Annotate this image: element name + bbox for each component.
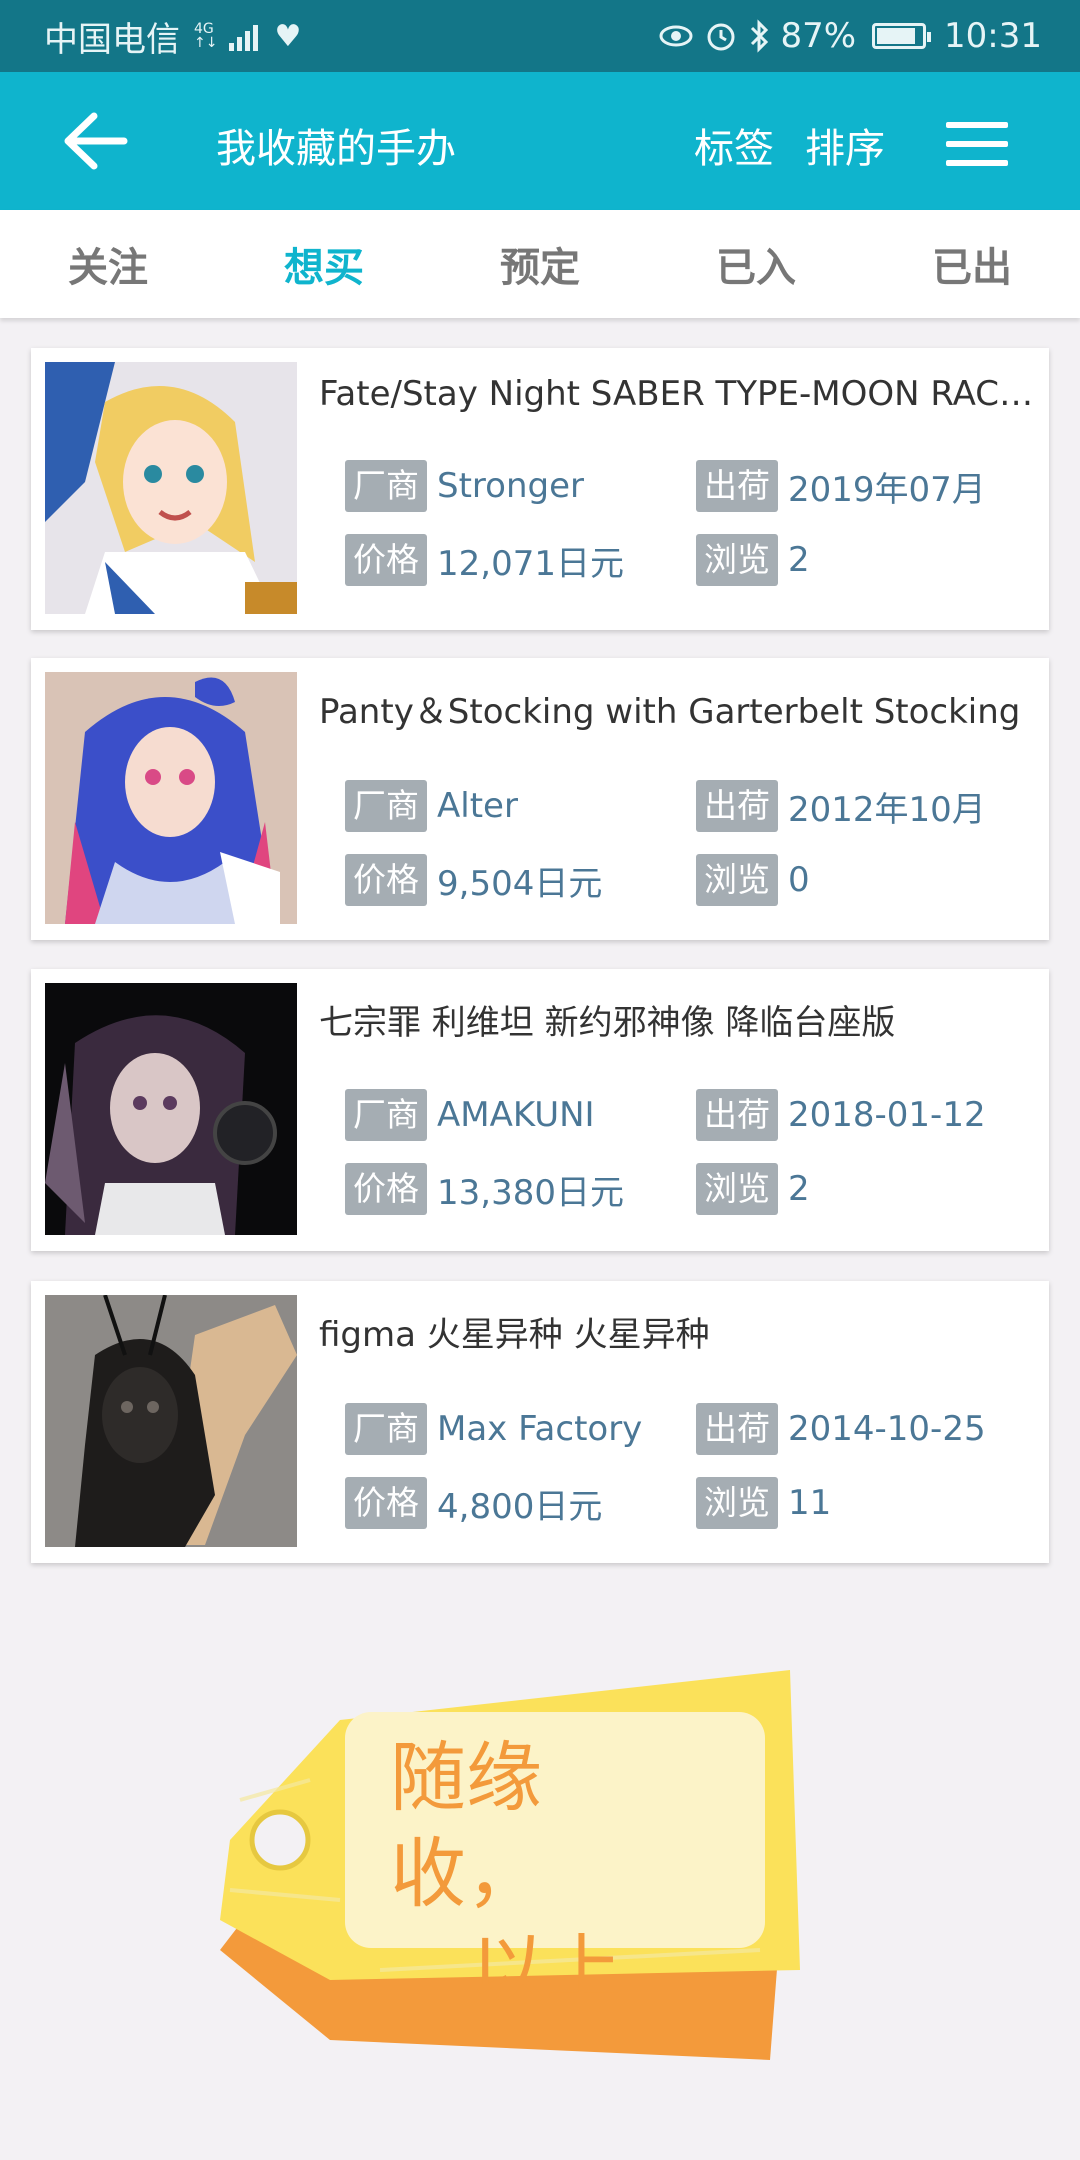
release-value: 2018-01-12 — [788, 1095, 986, 1135]
maker-value: Max Factory — [437, 1409, 643, 1449]
price-badge: 价格 — [345, 1477, 427, 1529]
views-value: 0 — [788, 860, 810, 900]
price-badge: 价格 — [345, 1163, 427, 1215]
health-icon: ♥ — [274, 18, 302, 54]
price-value: 9,504日元 — [437, 863, 603, 904]
figure-card[interactable]: figma 火星异种 火星异种 厂商 Max Factory 出荷 2014-1… — [31, 1281, 1049, 1563]
release-value: 2019年07月 — [788, 469, 986, 510]
views-badge: 浏览 — [696, 1477, 778, 1529]
tab-sold[interactable]: 已出 — [864, 210, 1080, 318]
figure-card[interactable]: Fate/Stay Night SABER TYPE-MOON RACI... … — [31, 348, 1049, 630]
price-field: 价格 9,504日元 — [345, 854, 602, 906]
tab-want-to-buy[interactable]: 想买 — [216, 210, 432, 318]
back-button[interactable] — [60, 110, 130, 172]
status-right: 87% 10:31 — [658, 16, 1042, 56]
tags-button[interactable]: 标签 — [694, 116, 774, 174]
figure-title: Fate/Stay Night SABER TYPE-MOON RACI... — [319, 374, 1034, 414]
page-title: 我收藏的手办 — [216, 126, 456, 172]
alarm-icon — [707, 23, 735, 51]
price-value: 12,071日元 — [437, 543, 624, 584]
views-badge: 浏览 — [696, 534, 778, 586]
status-left: 中国电信 4G ↑↓ ♥ — [44, 12, 301, 61]
tab-following[interactable]: 关注 — [0, 210, 216, 318]
figure-title: 七宗罪 利维坦 新约邪神像 降临台座版 — [319, 1003, 896, 1043]
release-field: 出荷 2014-10-25 — [696, 1403, 986, 1455]
figure-card[interactable]: 七宗罪 利维坦 新约邪神像 降临台座版 厂商 AMAKUNI 出荷 2018-0… — [31, 969, 1049, 1251]
menu-button[interactable] — [946, 122, 1008, 166]
views-field: 浏览 11 — [696, 1477, 831, 1529]
maker-value: AMAKUNI — [437, 1095, 595, 1135]
price-field: 价格 4,800日元 — [345, 1477, 602, 1529]
tab-bar: 关注 想买 预定 已入 已出 — [0, 210, 1080, 318]
views-value: 2 — [788, 540, 810, 580]
figure-title: figma 火星异种 火星异种 — [319, 1315, 710, 1355]
maker-badge: 厂商 — [345, 1089, 427, 1141]
views-badge: 浏览 — [696, 1163, 778, 1215]
price-badge: 价格 — [345, 854, 427, 906]
figure-thumbnail — [45, 1295, 297, 1547]
figure-thumbnail — [45, 983, 297, 1235]
views-badge: 浏览 — [696, 854, 778, 906]
release-value: 2014-10-25 — [788, 1409, 986, 1449]
price-value: 13,380日元 — [437, 1172, 624, 1213]
views-field: 浏览 2 — [696, 1163, 810, 1215]
maker-badge: 厂商 — [345, 1403, 427, 1455]
clock: 10:31 — [944, 16, 1042, 56]
release-field: 出荷 2019年07月 — [696, 460, 986, 512]
maker-badge: 厂商 — [345, 780, 427, 832]
tab-preordered[interactable]: 预定 — [432, 210, 648, 318]
carrier-name: 中国电信 — [44, 19, 180, 60]
release-field: 出荷 2012年10月 — [696, 780, 986, 832]
maker-field: 厂商 AMAKUNI — [345, 1089, 595, 1141]
end-of-list-message: 随缘收， 以上 — [390, 1730, 690, 2018]
message-line-1: 随缘收， — [390, 1733, 542, 1918]
price-value: 4,800日元 — [437, 1486, 603, 1527]
release-badge: 出荷 — [696, 460, 778, 512]
views-value: 11 — [788, 1483, 832, 1523]
views-field: 浏览 2 — [696, 534, 810, 586]
price-field: 价格 12,071日元 — [345, 534, 624, 586]
release-badge: 出荷 — [696, 1089, 778, 1141]
bluetooth-icon — [751, 19, 769, 53]
price-field: 价格 13,380日元 — [345, 1163, 624, 1215]
battery-percent: 87% — [780, 16, 857, 56]
maker-badge: 厂商 — [345, 460, 427, 512]
sort-button[interactable]: 排序 — [805, 116, 885, 174]
release-field: 出荷 2018-01-12 — [696, 1089, 986, 1141]
arrow-left-icon — [64, 112, 128, 170]
release-badge: 出荷 — [696, 1403, 778, 1455]
maker-field: 厂商 Stronger — [345, 460, 584, 512]
release-value: 2012年10月 — [788, 789, 986, 830]
network-type: 4G ↑↓ — [194, 21, 218, 51]
maker-field: 厂商 Alter — [345, 780, 518, 832]
maker-value: Alter — [437, 786, 518, 826]
signal-icon — [229, 21, 259, 51]
eye-comfort-icon — [659, 25, 693, 47]
message-line-2: 以上 — [470, 1925, 622, 2014]
figure-title: Panty＆Stocking with Garterbelt Stocking — [319, 692, 1021, 732]
release-badge: 出荷 — [696, 780, 778, 832]
views-value: 2 — [788, 1169, 810, 1209]
maker-value: Stronger — [437, 466, 584, 506]
battery-icon — [872, 23, 932, 49]
maker-field: 厂商 Max Factory — [345, 1403, 642, 1455]
figure-card[interactable]: Panty＆Stocking with Garterbelt Stocking … — [31, 658, 1049, 940]
views-field: 浏览 0 — [696, 854, 810, 906]
status-bar: 中国电信 4G ↑↓ ♥ 87% 10:31 — [0, 0, 1080, 72]
app-bar: 我收藏的手办 标签 排序 — [0, 72, 1080, 210]
figure-thumbnail — [45, 362, 297, 614]
price-badge: 价格 — [345, 534, 427, 586]
tab-owned[interactable]: 已入 — [648, 210, 864, 318]
hamburger-menu-icon — [946, 122, 1008, 166]
figure-thumbnail — [45, 672, 297, 924]
